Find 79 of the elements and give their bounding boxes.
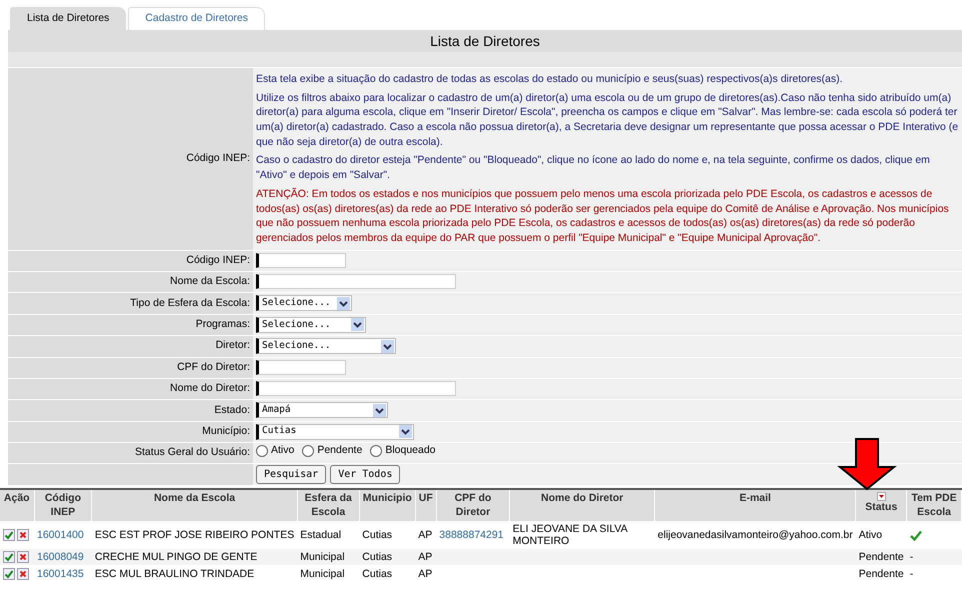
input-field[interactable] bbox=[256, 360, 346, 375]
table-cell: CRECHE MUL PINGO DE GENTE bbox=[94, 551, 258, 564]
table-cell: Municipal bbox=[300, 568, 345, 580]
input-field[interactable] bbox=[256, 252, 346, 268]
table-cell: AP bbox=[418, 568, 432, 580]
table-cell: Pendente bbox=[858, 551, 904, 564]
table-cell: AP bbox=[418, 551, 432, 564]
radio-option[interactable]: Ativo bbox=[256, 443, 294, 460]
page-title: Lista de Diretores bbox=[8, 30, 962, 52]
column-header: E-mail bbox=[654, 488, 856, 522]
info-text: Esta tela exibe a situação do cadastro de todas as escolas do estado ou município e seus(suas) respectivos(a)s diretores(as). bbox=[256, 72, 844, 87]
column-header: Código INEP bbox=[34, 488, 92, 522]
table-cell: - bbox=[910, 568, 914, 580]
field-label: Programas: bbox=[196, 318, 250, 330]
radio-option[interactable]: Bloqueado bbox=[370, 443, 436, 460]
caret-icon[interactable] bbox=[381, 340, 394, 353]
delete-icon[interactable] bbox=[17, 551, 29, 564]
field-label: Status Geral do Usuário: bbox=[135, 446, 250, 458]
column-header: Ação bbox=[0, 488, 34, 522]
column-header: Nome do Diretor bbox=[510, 488, 655, 522]
field-label: CPF do Diretor: bbox=[177, 360, 250, 373]
select-field[interactable]: Selecione... bbox=[256, 295, 352, 312]
field-label: Nome da Escola: bbox=[170, 275, 250, 288]
input-field[interactable] bbox=[256, 381, 456, 396]
tab[interactable]: Lista de Diretores bbox=[10, 7, 126, 30]
select-field[interactable]: Selecione... bbox=[256, 338, 396, 354]
sort-icon[interactable] bbox=[876, 492, 886, 501]
tab[interactable]: Cadastro de Diretores bbox=[128, 7, 266, 30]
code-link[interactable]: 16001400 bbox=[37, 529, 84, 542]
table-cell: Cutias bbox=[362, 568, 392, 580]
field-label: Código INEP: bbox=[186, 152, 250, 164]
caret-icon[interactable] bbox=[337, 296, 350, 310]
cpf-link[interactable]: 38888874291 bbox=[439, 529, 504, 542]
field-label: Tipo de Esfera da Escola: bbox=[130, 296, 250, 309]
table-cell: elijeovanedasilvamonteiro@yahoo.com.br bbox=[658, 529, 853, 542]
select-field[interactable]: Selecione... bbox=[256, 316, 366, 333]
table-cell: Pendente bbox=[858, 568, 904, 580]
column-header: UF bbox=[415, 488, 436, 522]
pointer-arrow bbox=[837, 438, 897, 490]
info-text: Utilize os filtros abaixo para localizar o cadastro de um(a) diretor(a) uma escola ou de um grupo de diretores(as).Caso não tenha sido atribuído um(a) diretor(a) para alguma escola, clique em "Inserir Diretor/ Escola", preencha os campos e clique em "Salvar". Mas lembre-se: cada escola só poderá ter um(a) diretor(a) cadastrado. Caso a escola não possua diretor(a), a Secretaria deve designar um representante que possa acessar o PDE Interativo (e que não seja diretor(a) de outra escola). bbox=[256, 90, 959, 150]
input-field[interactable] bbox=[256, 274, 456, 290]
table-cell: Ativo bbox=[858, 529, 882, 542]
table-cell: Cutias bbox=[362, 551, 392, 564]
field-label: Estado: bbox=[214, 404, 250, 416]
caret-icon[interactable] bbox=[351, 318, 364, 332]
column-header: Nome da Escola bbox=[92, 488, 298, 522]
column-header: Municipio bbox=[359, 488, 416, 522]
column-header: CPF do Diretor bbox=[436, 488, 510, 522]
table-cell: Estadual bbox=[300, 529, 342, 542]
radio-option[interactable]: Pendente bbox=[302, 443, 362, 460]
select-field[interactable]: Amapá bbox=[256, 402, 388, 418]
code-link[interactable]: 16001435 bbox=[37, 568, 84, 580]
field-label: Nome do Diretor: bbox=[170, 382, 250, 394]
table-cell: - bbox=[910, 551, 914, 564]
table-cell: ELI JEOVANE DA SILVA MONTEIRO bbox=[512, 523, 628, 548]
table-cell: Municipal bbox=[300, 551, 345, 564]
column-header: Esfera da Escola bbox=[297, 488, 360, 522]
info-text: Caso o cadastro do diretor esteja "Pendente" ou "Bloqueado", clique no ícone ao lado do nome e, na tela seguinte, confirme os dados, clique em "Ativo" e depois em "Salvar". bbox=[256, 153, 931, 183]
field-label: Código INEP: bbox=[186, 254, 250, 266]
approve-icon[interactable] bbox=[3, 551, 15, 564]
table-cell: AP bbox=[418, 529, 432, 542]
approve-icon[interactable] bbox=[3, 529, 15, 542]
column-header: Status bbox=[856, 488, 907, 522]
form-button[interactable]: Pesquisar bbox=[256, 465, 326, 484]
field-label: Município: bbox=[202, 425, 250, 437]
table-cell: ESC EST PROF JOSE RIBEIRO PONTES bbox=[94, 529, 294, 542]
table-cell: ESC MUL BRAULINO TRINDADE bbox=[94, 568, 254, 580]
delete-icon[interactable] bbox=[17, 529, 29, 542]
delete-icon[interactable] bbox=[17, 568, 29, 580]
warning-text: ATENÇÃO: Em todos os estados e nos municípios que possuem pelo menos uma escola priorizada pelo PDE Escola, os cadastros e acessos de todos(as) os(as) diretores(as) da rede ao PDE Interativo só poderão ser gerenciados pela equipe do Comitê de Análise e Aprovação. Nos municípios que não possuem nenhuma escola priorizada pelo PDE Escola, os cadastros e acessos de todos(as) os(as) diretores(as) da rede só poderão gerenciados pelos membros da equipe do PAR que possuem o perfil "Equipe Municipal" e "Equipe Municipal Aprovação". bbox=[256, 186, 950, 246]
column-header: Tem PDE Escola bbox=[906, 488, 962, 522]
caret-icon[interactable] bbox=[399, 425, 412, 438]
form-button[interactable]: Ver Todos bbox=[330, 465, 400, 484]
select-field[interactable]: Cutias bbox=[256, 424, 414, 440]
approve-icon[interactable] bbox=[3, 568, 15, 580]
check-icon bbox=[910, 530, 922, 541]
table-cell: Cutias bbox=[362, 529, 392, 542]
field-label: Diretor: bbox=[216, 339, 250, 352]
caret-icon[interactable] bbox=[373, 404, 386, 417]
